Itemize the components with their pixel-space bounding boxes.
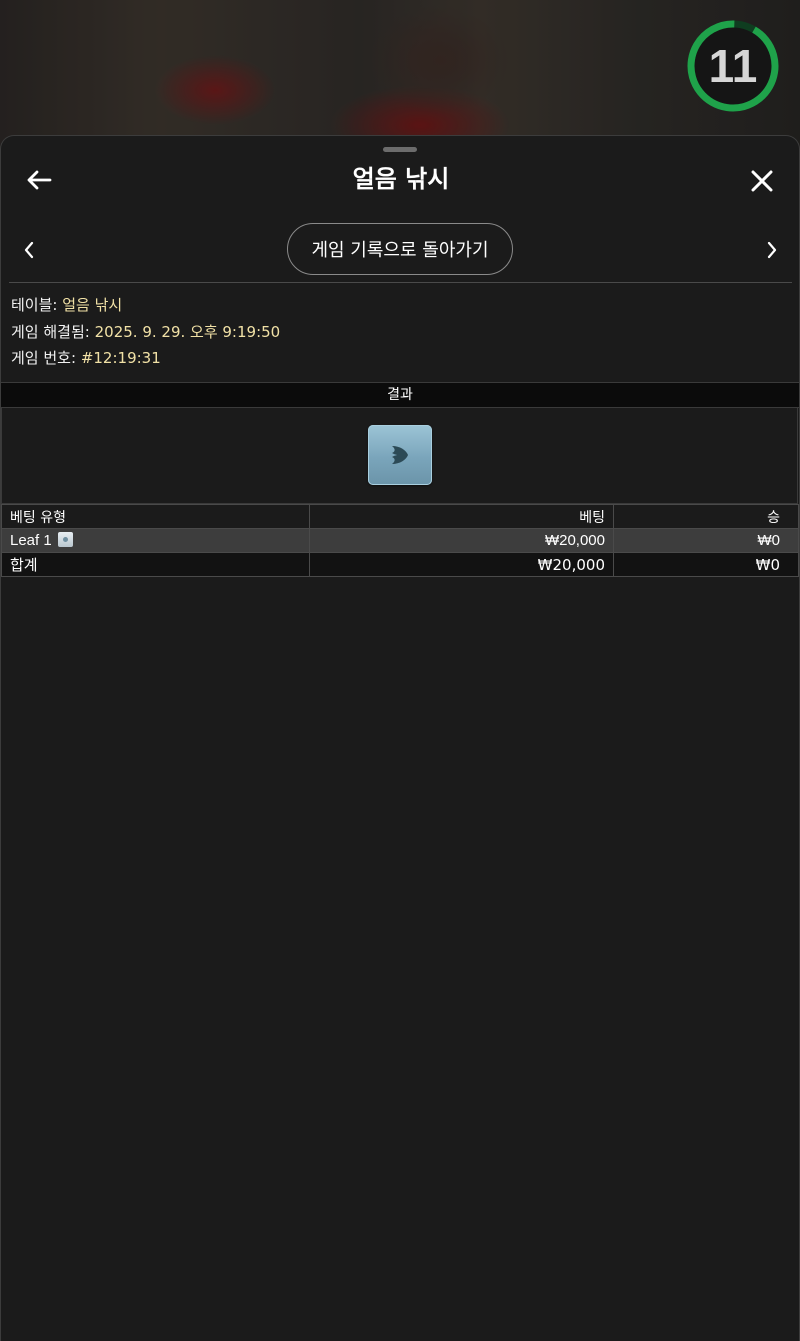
bet-amount-cell: ₩20,000 xyxy=(309,528,614,553)
bets-table: 베팅 유형 베팅 승 Leaf 1 ₩20,000 ₩0 합계 ₩20,000 … xyxy=(1,504,799,577)
result-tile xyxy=(368,425,432,485)
bet-chip-icon xyxy=(57,532,73,547)
close-button[interactable] xyxy=(745,164,779,198)
game-number-info: 게임 번호: #12:19:31 xyxy=(11,348,161,368)
header-win-label: 승 xyxy=(767,509,780,526)
bet-type-cell: Leaf 1 xyxy=(1,528,310,553)
chevron-right-icon xyxy=(767,241,777,259)
leaf-tile-icon xyxy=(392,446,408,464)
next-game-button[interactable] xyxy=(758,236,786,264)
page-title: 얼음 낚시 xyxy=(352,165,450,193)
arrow-left-icon xyxy=(27,170,52,190)
total-win: ₩0 xyxy=(755,555,780,574)
result-area xyxy=(1,408,798,504)
resolved-info: 게임 해결됨: 2025. 9. 29. 오후 9:19:50 xyxy=(11,322,280,342)
table-header-row: 베팅 유형 베팅 승 xyxy=(1,504,799,529)
win-amount-cell: ₩0 xyxy=(613,528,799,553)
live-video-background xyxy=(0,0,800,150)
table-label: 테이블: xyxy=(11,296,58,314)
table-row: Leaf 1 ₩20,000 ₩0 xyxy=(1,528,799,553)
header-bet: 베팅 xyxy=(309,504,614,529)
table-total-row: 합계 ₩20,000 ₩0 xyxy=(1,552,799,577)
game-number-label: 게임 번호: xyxy=(11,349,77,367)
header-bet-type: 베팅 유형 xyxy=(1,504,310,529)
close-icon xyxy=(751,170,773,192)
game-number-value: #12:19:31 xyxy=(80,349,161,367)
total-label: 합계 xyxy=(1,552,310,577)
total-bet: ₩20,000 xyxy=(309,552,614,577)
table-value: 얼음 낚시 xyxy=(62,296,123,314)
header-win: 승 xyxy=(613,504,799,529)
drag-handle[interactable] xyxy=(383,147,417,152)
win-amount-value: ₩0 xyxy=(757,532,781,549)
timer-value: 11 xyxy=(708,40,758,92)
previous-game-button[interactable] xyxy=(15,236,43,264)
back-to-history-button[interactable]: 게임 기록으로 돌아가기 xyxy=(287,223,513,275)
table-info: 테이블: 얼음 낚시 xyxy=(11,295,122,315)
countdown-timer: 11 xyxy=(686,19,780,113)
game-history-panel: 얼음 낚시 게임 기록으로 돌아가기 테이블: 얼음 낚시 게임 해결됨: 20… xyxy=(0,135,800,1341)
result-header: 결과 xyxy=(1,382,799,408)
back-button[interactable] xyxy=(23,164,55,196)
header-divider xyxy=(9,282,792,283)
bet-type-value: Leaf 1 xyxy=(10,532,52,549)
total-win-cell: ₩0 xyxy=(613,552,799,577)
resolved-value: 2025. 9. 29. 오후 9:19:50 xyxy=(94,323,281,341)
resolved-label: 게임 해결됨: xyxy=(11,323,90,341)
chevron-left-icon xyxy=(24,241,34,259)
